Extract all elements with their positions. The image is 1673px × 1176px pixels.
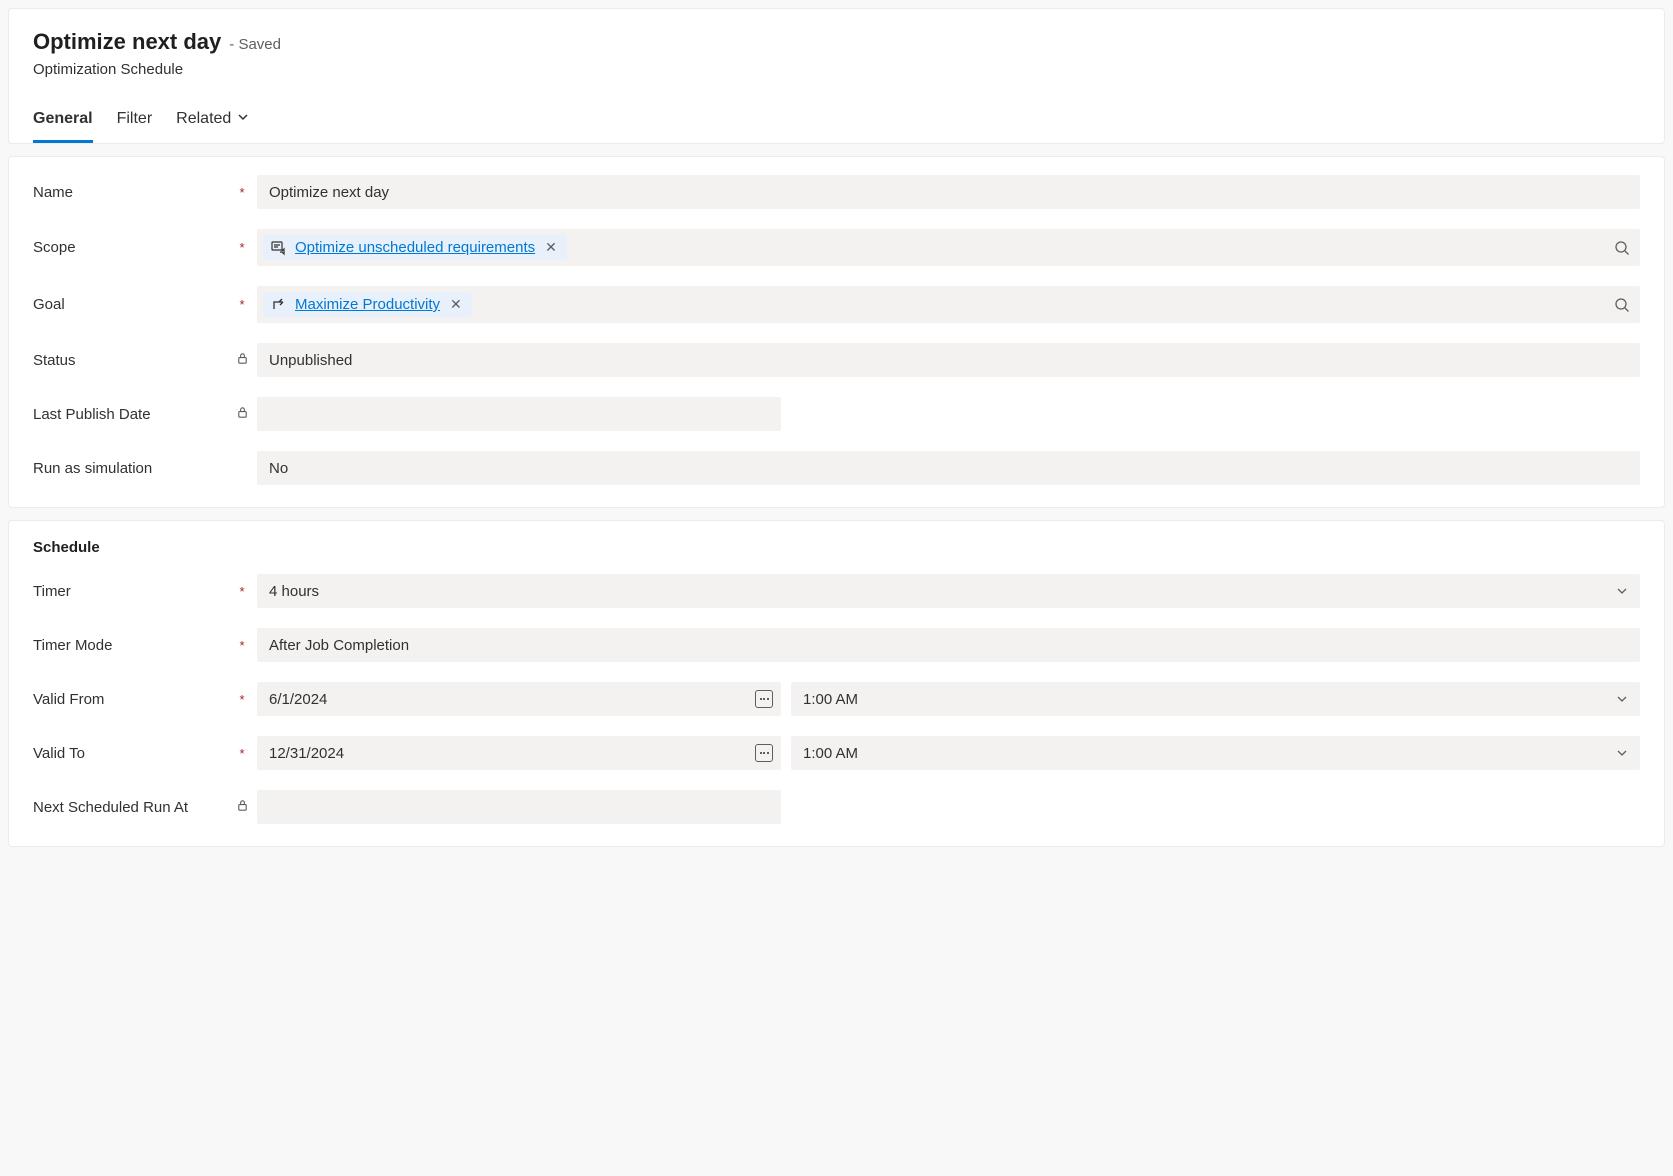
goal-label: Goal (33, 296, 233, 313)
valid-from-time-value: 1:00 AM (803, 691, 858, 708)
tab-filter-label: Filter (117, 110, 153, 128)
name-input[interactable]: Optimize next day (257, 175, 1640, 209)
record-header: Optimize next day - Saved Optimization S… (8, 8, 1665, 144)
scope-remove-icon[interactable]: ✕ (543, 239, 559, 256)
run-as-sim-label: Run as simulation (33, 460, 233, 477)
field-row-status: Status Unpublished (33, 343, 1640, 377)
lock-icon (236, 352, 249, 368)
tab-list: General Filter Related (33, 102, 1640, 143)
field-row-timer: Timer * 4 hours (33, 574, 1640, 608)
required-indicator: * (239, 297, 244, 312)
valid-to-time-value: 1:00 AM (803, 745, 858, 762)
timer-mode-value: After Job Completion (269, 637, 409, 654)
run-as-sim-value: No (269, 460, 288, 477)
valid-to-date-value: 12/31/2024 (269, 745, 344, 762)
goal-remove-icon[interactable]: ✕ (448, 296, 464, 313)
next-run-label: Next Scheduled Run At (33, 799, 233, 816)
chevron-down-icon (1614, 745, 1630, 761)
field-row-name: Name * Optimize next day (33, 175, 1640, 209)
valid-from-date-value: 6/1/2024 (269, 691, 327, 708)
field-row-last-publish: Last Publish Date (33, 397, 1640, 431)
schedule-section: Schedule Timer * 4 hours Timer Mode * Af… (8, 520, 1665, 847)
field-row-next-run: Next Scheduled Run At (33, 790, 1640, 824)
required-indicator: * (239, 240, 244, 255)
field-row-goal: Goal * Maximize Productivity ✕ (33, 286, 1640, 323)
valid-from-date-input[interactable]: 6/1/2024 (257, 682, 781, 716)
chevron-down-icon (1614, 583, 1630, 599)
last-publish-label: Last Publish Date (33, 406, 233, 423)
tab-related[interactable]: Related (176, 102, 249, 143)
name-label: Name (33, 184, 233, 201)
required-indicator: * (239, 185, 244, 200)
timer-mode-label: Timer Mode (33, 637, 233, 654)
saved-indicator: - Saved (229, 36, 281, 53)
goal-lookup-tag: Maximize Productivity ✕ (263, 292, 472, 317)
status-field: Unpublished (257, 343, 1640, 377)
run-as-sim-field[interactable]: No (257, 451, 1640, 485)
entity-subtitle: Optimization Schedule (33, 61, 1640, 78)
schedule-section-title: Schedule (33, 539, 1640, 556)
page-title: Optimize next day (33, 29, 221, 55)
chevron-down-icon (237, 110, 249, 128)
general-section: Name * Optimize next day Scope * (8, 156, 1665, 508)
scope-label: Scope (33, 239, 233, 256)
field-row-scope: Scope * Optimize unscheduled requirement… (33, 229, 1640, 266)
valid-to-date-input[interactable]: 12/31/2024 (257, 736, 781, 770)
next-run-field (257, 790, 781, 824)
timer-mode-field[interactable]: After Job Completion (257, 628, 1640, 662)
field-row-valid-from: Valid From * 6/1/2024 1:00 AM (33, 682, 1640, 716)
tab-filter[interactable]: Filter (117, 102, 153, 143)
valid-to-label: Valid To (33, 745, 233, 762)
required-indicator: * (239, 746, 244, 761)
calendar-icon[interactable] (755, 744, 773, 762)
scope-lookup[interactable]: Optimize unscheduled requirements ✕ (257, 229, 1640, 266)
required-indicator: * (239, 638, 244, 653)
valid-to-time-select[interactable]: 1:00 AM (791, 736, 1640, 770)
goal-link[interactable]: Maximize Productivity (295, 296, 440, 313)
field-row-valid-to: Valid To * 12/31/2024 1:00 AM (33, 736, 1640, 770)
lock-icon (236, 406, 249, 422)
scope-entity-icon (271, 240, 287, 256)
name-value: Optimize next day (269, 184, 389, 201)
last-publish-field (257, 397, 781, 431)
goal-entity-icon (271, 297, 287, 313)
required-indicator: * (239, 692, 244, 707)
valid-from-label: Valid From (33, 691, 233, 708)
scope-link[interactable]: Optimize unscheduled requirements (295, 239, 535, 256)
field-row-timer-mode: Timer Mode * After Job Completion (33, 628, 1640, 662)
search-icon[interactable] (1614, 297, 1630, 313)
chevron-down-icon (1614, 691, 1630, 707)
goal-lookup[interactable]: Maximize Productivity ✕ (257, 286, 1640, 323)
lock-icon (236, 799, 249, 815)
status-label: Status (33, 352, 233, 369)
timer-select[interactable]: 4 hours (257, 574, 1640, 608)
tab-general[interactable]: General (33, 102, 93, 143)
tab-related-label: Related (176, 110, 231, 128)
required-indicator: * (239, 584, 244, 599)
timer-value: 4 hours (269, 583, 319, 600)
valid-from-time-select[interactable]: 1:00 AM (791, 682, 1640, 716)
status-value: Unpublished (269, 352, 352, 369)
timer-label: Timer (33, 583, 233, 600)
calendar-icon[interactable] (755, 690, 773, 708)
field-row-run-as-sim: Run as simulation No (33, 451, 1640, 485)
search-icon[interactable] (1614, 240, 1630, 256)
tab-general-label: General (33, 110, 93, 128)
scope-lookup-tag: Optimize unscheduled requirements ✕ (263, 235, 567, 260)
